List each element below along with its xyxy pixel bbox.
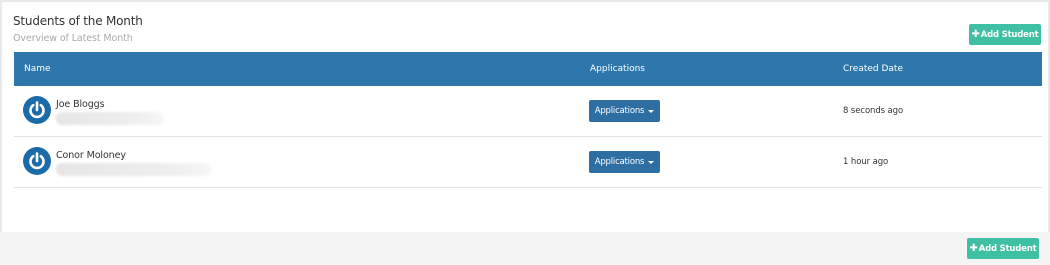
- power-icon: [23, 147, 51, 175]
- plus-icon: ✚: [971, 29, 980, 40]
- add-student-button-footer[interactable]: ✚ Add Student: [967, 238, 1039, 259]
- applications-dropdown-button[interactable]: Applications: [589, 100, 660, 122]
- created-date: 8 seconds ago: [843, 106, 904, 116]
- table-row: Joe Bloggs Applications 8 seconds ago: [14, 86, 1042, 137]
- column-header-applications: Applications: [590, 64, 645, 74]
- add-student-label: Add Student: [980, 29, 1039, 40]
- applications-button-label: Applications: [594, 106, 645, 116]
- created-date: 1 hour ago: [843, 157, 889, 167]
- student-name: Joe Bloggs: [56, 99, 105, 110]
- table-row: Conor Moloney Applications 1 hour ago: [14, 137, 1042, 188]
- power-icon: [23, 96, 51, 124]
- redacted-email: [56, 163, 211, 176]
- add-student-button[interactable]: ✚ Add Student: [969, 24, 1041, 45]
- column-header-created-date: Created Date: [843, 64, 903, 74]
- applications-dropdown-button[interactable]: Applications: [589, 151, 660, 173]
- students-panel: Students of the Month Overview of Latest…: [0, 0, 1050, 232]
- students-table: Name Applications Created Date Joe Blogg…: [14, 52, 1042, 188]
- caret-down-icon: [648, 160, 655, 164]
- caret-down-icon: [648, 109, 655, 113]
- applications-button-label: Applications: [594, 157, 645, 167]
- panel-title: Students of the Month: [13, 14, 143, 28]
- redacted-email: [56, 112, 164, 125]
- table-header: Name Applications Created Date: [14, 52, 1042, 86]
- column-header-name: Name: [24, 64, 51, 74]
- plus-icon: ✚: [969, 243, 978, 254]
- add-student-label: Add Student: [978, 243, 1037, 254]
- student-name: Conor Moloney: [56, 150, 126, 161]
- panel-subtitle: Overview of Latest Month: [13, 33, 133, 44]
